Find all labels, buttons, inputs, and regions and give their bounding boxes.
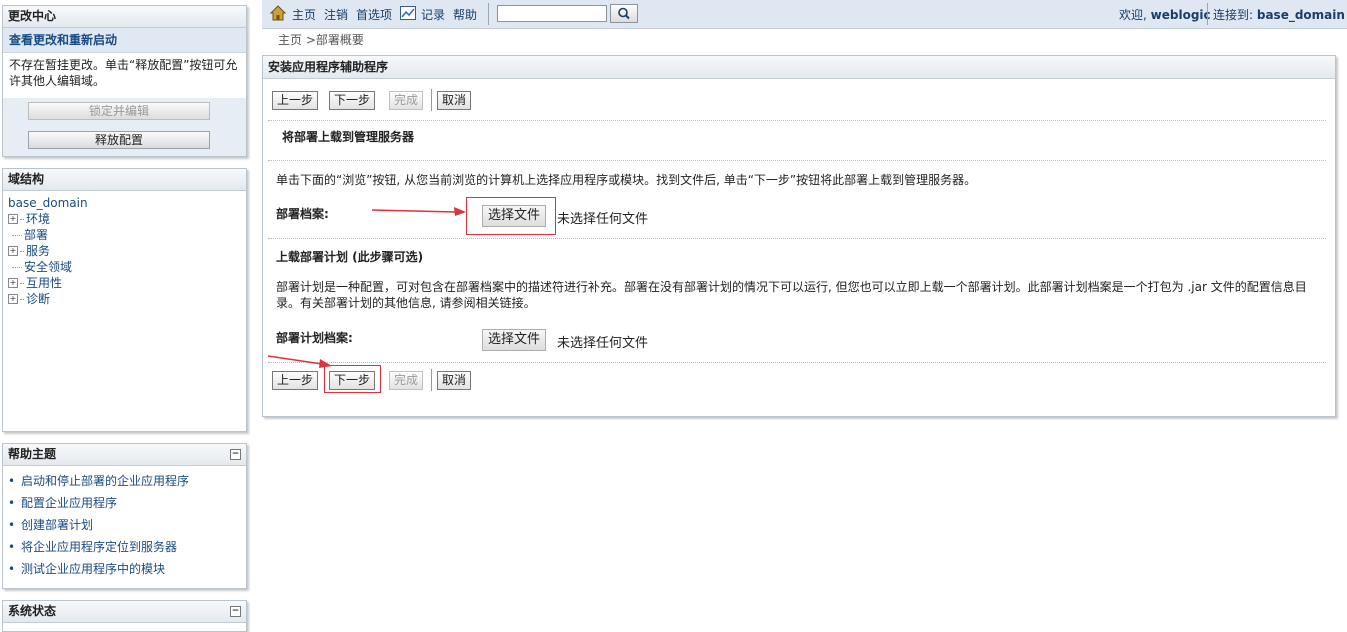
back-button[interactable]: 上一步 [272,91,319,110]
connected-text: 连接到: base_domain [1213,6,1345,23]
help-topic-link[interactable]: 启动和停止部署的企业应用程序 [8,470,246,492]
home-icon[interactable] [269,5,287,24]
change-center-panel: 更改中心 查看更改和重新启动 不存在暂挂更改。单击“释放配置”按钮可允许其他人编… [2,5,247,157]
plan-label: 部署计划档案: [276,331,353,345]
section-plan-description: 部署计划是一种配置，可对包含在部署档案中的描述符进行补充。部署在没有部署计划的情… [276,279,1326,311]
view-changes-link[interactable]: 查看更改和重新启动 [3,28,246,53]
preferences-link[interactable]: 首选项 [356,6,392,23]
plan-choose-file-button[interactable]: 选择文件 [482,329,547,351]
tree-node[interactable]: + 服务 [8,243,241,259]
cancel-button[interactable]: 取消 [437,91,472,110]
logout-link[interactable]: 注销 [324,6,348,23]
next-button[interactable]: 下一步 [329,371,376,390]
cancel-button[interactable]: 取消 [437,371,472,390]
finish-button[interactable]: 完成 [389,371,424,390]
tree-node-label[interactable]: 互用性 [26,275,62,291]
record-link[interactable]: 记录 [421,6,445,23]
expand-icon[interactable]: + [8,294,18,304]
plan-no-file-text: 未选择任何文件 [557,336,649,351]
tree-node-label[interactable]: 安全领域 [24,259,72,275]
section-plan-desc-line2: 录。有关部署计划的其他信息, 请参阅相关链接。 [276,296,536,310]
connected-prefix: 连接到: [1213,8,1257,22]
help-topic-link[interactable]: 配置企业应用程序 [8,492,246,514]
tree-root-base-domain[interactable]: base_domain [8,196,88,210]
help-topic-link[interactable]: 将企业应用程序定位到服务器 [8,536,246,558]
archive-no-file-text: 未选择任何文件 [557,212,649,227]
help-link[interactable]: 帮助 [453,6,477,23]
record-icon[interactable] [400,6,416,23]
section-upload-description: 单击下面的“浏览”按钮, 从您当前浏览的计算机上选择应用程序或模块。找到文件后,… [276,173,977,187]
tree-connector [20,250,24,252]
tree-node[interactable]: 安全领域 [8,259,241,275]
back-button[interactable]: 上一步 [272,371,319,390]
expand-icon[interactable]: + [8,246,18,256]
tree-connector [20,298,24,300]
tree-node[interactable]: + 环境 [8,211,241,227]
tree-node[interactable]: 部署 [8,227,241,243]
archive-label: 部署档案: [276,207,329,221]
tree-connector [20,282,24,284]
toolbar-separator [1207,3,1208,25]
search-input[interactable] [497,5,607,22]
tree-node[interactable]: + 诊断 [8,291,241,307]
search-icon [618,7,630,20]
breadcrumb: 主页 >部署概要 [278,31,364,48]
button-separator [431,369,432,391]
wizard-title: 安装应用程序辅助程序 [263,56,1335,79]
release-config-button[interactable]: 释放配置 [28,131,210,149]
tree-connector [20,218,24,220]
connected-domain: base_domain [1256,8,1345,22]
divider [268,362,1326,363]
divider [268,120,1326,121]
breadcrumb-current: 部署概要 [315,33,364,47]
home-link[interactable]: 主页 [292,6,316,23]
expand-icon[interactable]: + [8,214,18,224]
divider [268,238,1326,239]
domain-structure-panel: 域结构 base_domain + 环境 部署 + 服务 安全领域 + 互用性 + 诊断 [2,168,247,432]
breadcrumb-home[interactable]: 主页 [278,33,302,47]
lock-edit-button[interactable]: 锁定并编辑 [28,102,210,120]
change-center-message: 不存在暂挂更改。单击“释放配置”按钮可允许其他人编辑域。 [3,53,246,93]
section-plan-desc-line1: 部署计划是一种配置，可对包含在部署档案中的描述符进行补充。部署在没有部署计划的情… [276,280,1307,294]
help-topics-list: 启动和停止部署的企业应用程序配置企业应用程序创建部署计划将企业应用程序定位到服务… [3,470,246,580]
collapse-icon[interactable]: − [230,449,241,460]
section-upload-title: 将部署上载到管理服务器 [282,130,415,144]
button-separator [431,89,432,111]
tree-node-label[interactable]: 环境 [26,211,50,227]
system-status-title: 系统状态 − [3,601,246,623]
archive-choose-file-button[interactable]: 选择文件 [482,205,547,227]
system-status-panel: 系统状态 − [2,600,247,632]
collapse-icon[interactable]: − [230,606,241,617]
search-button[interactable] [610,4,638,23]
help-topics-title-text: 帮助主题 [8,447,57,461]
section-plan-title: 上载部署计划 (此步骤可选) [276,250,424,264]
change-center-actions: 锁定并编辑 释放配置 [3,98,246,156]
help-topics-title: 帮助主题 − [3,444,246,466]
help-topic-link[interactable]: 测试企业应用程序中的模块 [8,558,246,580]
top-toolbar: 主页 注销 首选项 记录 帮助 欢迎, weblogic 连接到: base_d… [262,0,1347,29]
divider [268,160,1326,161]
welcome-prefix: 欢迎, [1119,8,1151,22]
domain-structure-title: 域结构 [3,169,246,191]
welcome-user: weblogic [1150,8,1211,22]
system-status-title-text: 系统状态 [8,604,57,618]
toolbar-separator [488,3,489,25]
tree-node-label[interactable]: 部署 [24,227,48,243]
tree-node-label[interactable]: 诊断 [26,291,50,307]
change-center-title: 更改中心 [3,6,246,28]
tree-connector [12,266,22,268]
domain-tree: base_domain + 环境 部署 + 服务 安全领域 + 互用性 + 诊断 [3,191,246,311]
breadcrumb-separator: > [302,33,316,47]
annotation-arrow [371,207,466,216]
tree-node-label[interactable]: 服务 [26,243,50,259]
finish-button[interactable]: 完成 [389,91,424,110]
help-topic-link[interactable]: 创建部署计划 [8,514,246,536]
tree-connector [12,234,22,236]
expand-icon[interactable]: + [8,278,18,288]
tree-node[interactable]: + 互用性 [8,275,241,291]
next-button[interactable]: 下一步 [329,91,376,110]
welcome-text: 欢迎, weblogic [1119,6,1211,23]
help-topics-panel: 帮助主题 − 启动和停止部署的企业应用程序配置企业应用程序创建部署计划将企业应用… [2,443,247,589]
